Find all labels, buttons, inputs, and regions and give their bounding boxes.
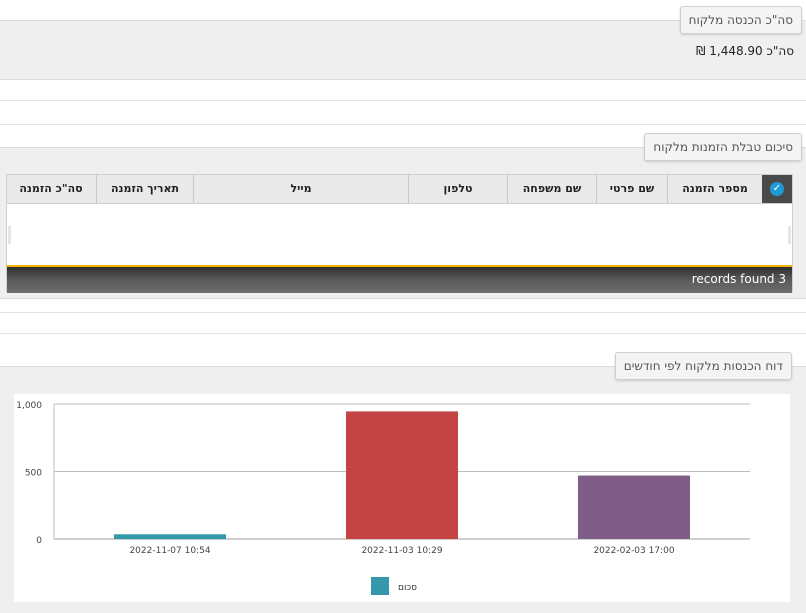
orders-grid-footer: records found 3 <box>7 265 792 293</box>
y-tick-label: 1,000 <box>16 401 42 411</box>
x-tick-label: 2022-11-03 10:29 <box>361 546 442 556</box>
bar <box>346 411 458 539</box>
orders-grid: ✓ מספר הזמנה שם פרטי שם משפחה טלפון מייל… <box>6 174 793 293</box>
column-header-first-name[interactable]: שם פרטי <box>596 175 667 203</box>
monthly-report-legend: דוח הכנסות מלקוח לפי חודשים <box>614 352 792 380</box>
column-header-order-date[interactable]: תאריך הזמנה <box>96 175 193 203</box>
bar <box>114 534 226 539</box>
divider <box>0 124 806 125</box>
bar-chart: 0 500 1,000 2022-11-07 10:54 2022-11-03 10:2… <box>16 401 750 595</box>
divider <box>0 312 806 313</box>
y-tick-label: 500 <box>25 469 42 479</box>
y-tick-label: 0 <box>36 536 42 546</box>
x-tick-label: 2022-02-03 17:00 <box>593 546 674 556</box>
column-header-order-total[interactable]: סה"כ הזמנה <box>7 175 95 203</box>
column-header-phone[interactable]: טלפון <box>408 175 507 203</box>
divider <box>0 333 806 334</box>
orders-grid-header: ✓ מספר הזמנה שם פרטי שם משפחה טלפון מייל… <box>7 175 792 204</box>
income-total-value: סה"כ 1,448.90 ₪ <box>696 44 794 58</box>
legend-swatch <box>371 577 389 595</box>
monthly-income-chart: 0 500 1,000 2022-11-07 10:54 2022-11-03 10:2… <box>14 394 790 602</box>
orders-summary-legend: סיכום טבלת הזמנות מלקוח <box>644 133 802 161</box>
orders-grid-body[interactable] <box>7 204 792 265</box>
divider <box>0 100 806 101</box>
column-header-order-number[interactable]: מספר הזמנה <box>667 175 762 203</box>
scroll-edge <box>788 226 791 244</box>
records-count: records found 3 <box>691 272 786 286</box>
check-circle-icon: ✓ <box>770 182 784 196</box>
select-all-checkbox[interactable]: ✓ <box>762 175 792 203</box>
column-header-email[interactable]: מייל <box>193 175 408 203</box>
bar <box>578 475 690 539</box>
scroll-edge <box>8 226 11 244</box>
column-header-last-name[interactable]: שם משפחה <box>507 175 596 203</box>
income-total-legend: סה"כ הכנסה מלקוח <box>679 6 802 34</box>
x-tick-label: 2022-11-07 10:54 <box>129 546 210 556</box>
legend-label: סכום <box>398 583 417 593</box>
